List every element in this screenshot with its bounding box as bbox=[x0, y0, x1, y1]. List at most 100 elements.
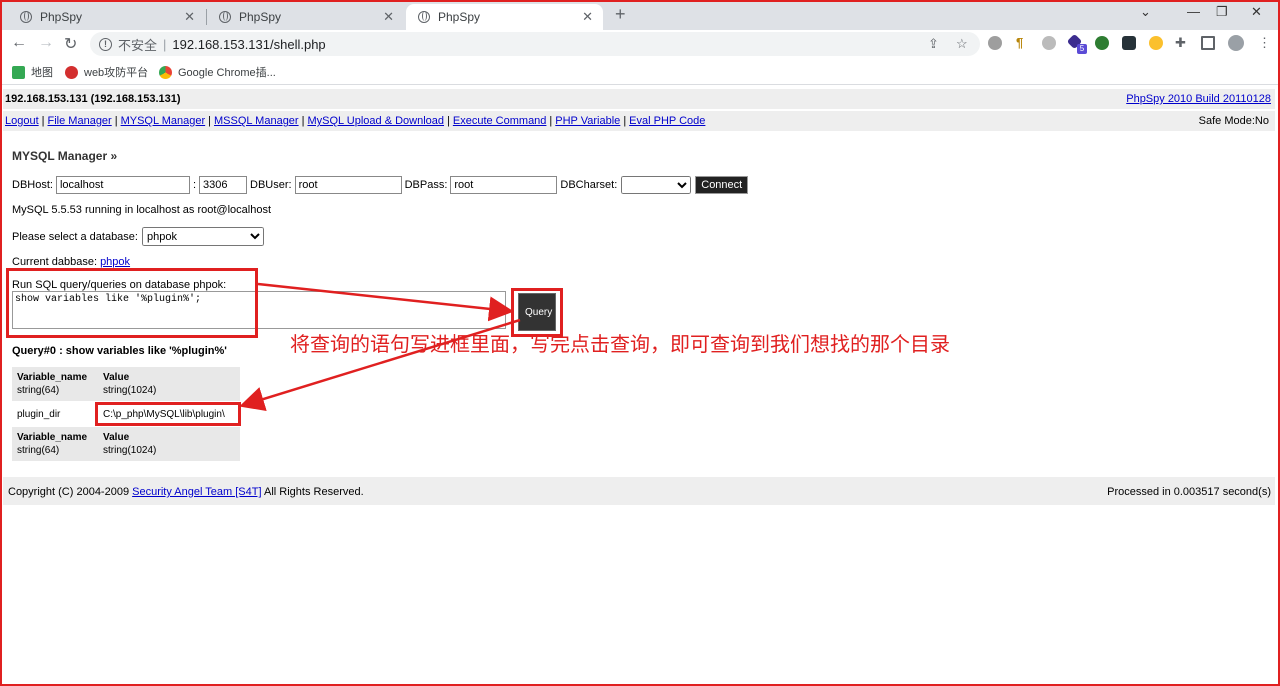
cell-variable-name: plugin_dir bbox=[17, 409, 61, 420]
tab-bar: PhpSpy ✕ PhpSpy ✕ PhpSpy ✕ + ⌄ — ❐ ✕ bbox=[0, 0, 1280, 30]
select-db-label: Please select a database: bbox=[12, 230, 138, 243]
page-content: 192.168.153.131 (192.168.153.131) PhpSpy… bbox=[0, 85, 1280, 686]
dbhost-label: DBHost: bbox=[12, 179, 53, 191]
highlight-plugin-dir bbox=[95, 402, 241, 426]
globe-icon bbox=[418, 11, 430, 23]
tab-1[interactable]: PhpSpy ✕ bbox=[8, 4, 205, 30]
web-icon bbox=[65, 65, 78, 79]
database-select[interactable]: phpok bbox=[141, 227, 264, 246]
copyright: Copyright (C) 2004-2009 Security Angel T… bbox=[8, 486, 364, 498]
extension-icon[interactable] bbox=[1149, 36, 1163, 50]
highlight-sql-box bbox=[6, 268, 258, 338]
close-icon[interactable]: ✕ bbox=[383, 9, 394, 25]
table-footer-header: Variable_name Value string(64) string(10… bbox=[12, 427, 240, 461]
dbuser-input[interactable] bbox=[294, 176, 402, 194]
header-type: string(1024) bbox=[103, 385, 157, 396]
reload-icon[interactable]: ↻ bbox=[64, 34, 77, 54]
globe-icon bbox=[20, 11, 32, 23]
extension-icon[interactable] bbox=[1122, 36, 1136, 50]
extension-badge: 5 bbox=[1077, 44, 1087, 54]
header-type: string(64) bbox=[17, 445, 60, 456]
footer: Copyright (C) 2004-2009 Security Angel T… bbox=[3, 477, 1275, 505]
menu-mysql-upload[interactable]: MySQL Upload & Download bbox=[307, 115, 444, 127]
share-icon[interactable]: ⇪ bbox=[928, 36, 939, 52]
section-title: MYSQL Manager » bbox=[12, 149, 118, 163]
build-link[interactable]: PhpSpy 2010 Build 20110128 bbox=[1126, 93, 1271, 105]
extension-icon[interactable] bbox=[1095, 36, 1109, 50]
new-tab-icon[interactable]: + bbox=[615, 4, 626, 25]
tab-3-active[interactable]: PhpSpy ✕ bbox=[406, 4, 603, 30]
current-db-link[interactable]: phpok bbox=[100, 256, 130, 268]
header-bar: 192.168.153.131 (192.168.153.131) PhpSpy… bbox=[3, 89, 1275, 109]
tab-title: PhpSpy bbox=[239, 10, 282, 24]
bookmark-label: 地图 bbox=[31, 67, 53, 79]
chevron-down-icon[interactable]: ⌄ bbox=[1140, 4, 1151, 20]
port-colon: : bbox=[192, 179, 197, 191]
pilcrow-extension-icon[interactable]: ¶ bbox=[1016, 35, 1023, 50]
bookmark-chrome[interactable]: Google Chrome插... bbox=[159, 64, 276, 80]
menu-php-variable[interactable]: PHP Variable bbox=[555, 115, 620, 127]
menu-file-manager[interactable]: File Manager bbox=[48, 115, 112, 127]
header-value: Value bbox=[103, 432, 130, 443]
copyright-text: Copyright (C) 2004-2009 bbox=[8, 486, 133, 498]
avatar[interactable] bbox=[1228, 35, 1244, 51]
tab-title: PhpSpy bbox=[438, 10, 481, 24]
extension-icon[interactable] bbox=[1042, 36, 1056, 50]
url-text[interactable]: 192.168.153.131/shell.php bbox=[172, 37, 325, 52]
menu-eval-php[interactable]: Eval PHP Code bbox=[629, 115, 705, 127]
bookmark-label: Google Chrome插... bbox=[178, 67, 276, 79]
bookmark-web[interactable]: web攻防平台 bbox=[65, 64, 148, 80]
back-icon[interactable]: ← bbox=[11, 34, 27, 52]
safe-mode: Safe Mode:No bbox=[1198, 115, 1269, 127]
extension-icon[interactable] bbox=[988, 36, 1002, 50]
tab-2[interactable]: PhpSpy ✕ bbox=[207, 4, 404, 30]
menu-logout[interactable]: Logout bbox=[5, 115, 39, 127]
database-select-row: Please select a database: phpok bbox=[12, 227, 264, 246]
query-title: Query#0 : show variables like '%plugin%' bbox=[12, 345, 227, 357]
browser-toolbar: ← → ↻ ! 不安全 | 192.168.153.131/shell.php … bbox=[0, 30, 1280, 58]
maps-icon bbox=[12, 65, 25, 79]
dbuser-label: DBUser: bbox=[250, 179, 292, 191]
mysql-status: MySQL 5.5.53 running in localhost as roo… bbox=[12, 204, 272, 216]
insecure-label: 不安全 bbox=[118, 37, 158, 53]
menu-mysql-manager[interactable]: MYSQL Manager bbox=[121, 115, 206, 127]
dbcharset-select[interactable] bbox=[621, 176, 692, 194]
bookmark-label: web攻防平台 bbox=[84, 67, 149, 79]
forward-icon[interactable]: → bbox=[38, 34, 54, 52]
current-db-label: Current dabbase: bbox=[12, 256, 97, 268]
s4t-link[interactable]: Security Angel Team [S4T] bbox=[132, 486, 261, 498]
current-database: Current dabbase: phpok bbox=[12, 256, 130, 268]
header-variable-name: Variable_name bbox=[17, 372, 88, 383]
window-close-icon[interactable]: ✕ bbox=[1251, 4, 1262, 20]
host-info: 192.168.153.131 (192.168.153.131) bbox=[5, 93, 181, 105]
copyright-text: All Rights Reserved. bbox=[261, 486, 364, 498]
bookmark-maps[interactable]: 地图 bbox=[12, 64, 53, 80]
header-type: string(1024) bbox=[103, 445, 157, 456]
puzzle-icon[interactable]: ✚ bbox=[1175, 35, 1186, 51]
main-menu: Logout | File Manager | MYSQL Manager | MSSQL … bbox=[5, 115, 706, 127]
port-input[interactable] bbox=[199, 176, 248, 194]
header-type: string(64) bbox=[17, 385, 60, 396]
annotation-text: 将查询的语句写进框里面，写完点击查询，即可查询到我们想找的那个目录 bbox=[290, 332, 950, 356]
dbhost-input[interactable] bbox=[55, 176, 190, 194]
processed-time: Processed in 0.003517 second(s) bbox=[1107, 486, 1271, 498]
warning-icon: ! bbox=[99, 37, 112, 51]
menu-execute-command[interactable]: Execute Command bbox=[453, 115, 547, 127]
dbpass-input[interactable] bbox=[450, 176, 558, 194]
menu-bar: Logout | File Manager | MYSQL Manager | MSSQL … bbox=[3, 111, 1275, 131]
menu-icon[interactable]: ⋮ bbox=[1258, 35, 1271, 51]
tab-title: PhpSpy bbox=[40, 10, 83, 24]
sidepanel-icon[interactable] bbox=[1201, 36, 1215, 50]
minimize-icon[interactable]: — bbox=[1187, 4, 1200, 19]
address-bar[interactable]: ! 不安全 | 192.168.153.131/shell.php ⇪ ☆ bbox=[90, 32, 980, 56]
connect-button[interactable]: Connect bbox=[695, 176, 749, 194]
dbcharset-label: DBCharset: bbox=[560, 179, 618, 191]
restore-icon[interactable]: ❐ bbox=[1216, 4, 1228, 20]
star-icon[interactable]: ☆ bbox=[956, 36, 968, 52]
divider: | bbox=[163, 36, 167, 52]
header-value: Value bbox=[103, 372, 130, 383]
menu-mssql-manager[interactable]: MSSQL Manager bbox=[214, 115, 299, 127]
close-icon[interactable]: ✕ bbox=[184, 9, 195, 25]
close-icon[interactable]: ✕ bbox=[582, 9, 593, 25]
globe-icon bbox=[219, 11, 231, 23]
